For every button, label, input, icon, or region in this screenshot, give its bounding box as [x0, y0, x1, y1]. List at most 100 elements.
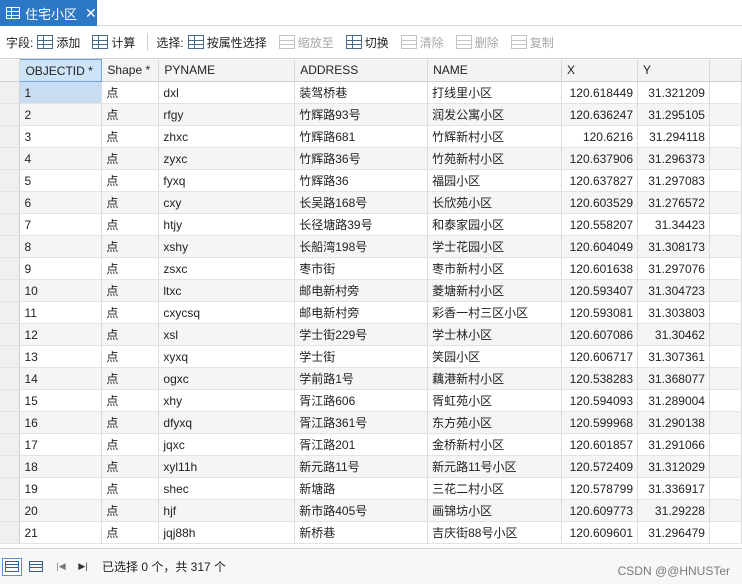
cell-y[interactable]: 31.303803 — [637, 301, 710, 324]
cell-x[interactable]: 120.601638 — [561, 257, 638, 280]
table-row[interactable]: 4 点 zyxc 竹辉路36号 竹苑新村小区 120.637906 31.296373 — [0, 147, 742, 170]
show-all-records-button[interactable] — [2, 557, 22, 576]
row-selector[interactable] — [0, 147, 21, 170]
cell-y[interactable]: 31.289004 — [637, 389, 710, 412]
select-by-attributes-button[interactable]: 按属性选择 — [187, 34, 267, 51]
row-selector[interactable] — [0, 213, 21, 236]
cell-name[interactable]: 东方苑小区 — [427, 411, 563, 434]
row-selector[interactable] — [0, 279, 21, 302]
cell-pyname[interactable]: xhy — [158, 389, 296, 412]
delete-button[interactable]: 删除 — [455, 34, 499, 51]
cell-y[interactable]: 31.296479 — [637, 521, 710, 544]
cell-y[interactable]: 31.321209 — [637, 81, 710, 104]
cell-address[interactable]: 新元路11号 — [294, 455, 429, 478]
cell-address[interactable]: 长吴路168号 — [294, 191, 429, 214]
cell-name[interactable]: 彩香一村三区小区 — [427, 301, 563, 324]
show-selected-records-button[interactable] — [26, 558, 46, 576]
cell-address[interactable]: 胥江路606 — [294, 389, 429, 412]
table-row[interactable]: 8 点 xshy 长船湾198号 学士花园小区 120.604049 31.308173 — [0, 235, 742, 258]
select-all-corner[interactable] — [0, 59, 21, 82]
table-row[interactable]: 11 点 cxycsq 邮电新村旁 彩香一村三区小区 120.593081 31.30380… — [0, 301, 742, 324]
cell-shape[interactable]: 点 — [101, 81, 160, 104]
cell-x[interactable]: 120.637906 — [561, 147, 638, 170]
cell-address[interactable]: 邮电新村旁 — [294, 279, 429, 302]
last-record-button[interactable]: ▶| — [74, 558, 92, 576]
cell-y[interactable]: 31.297083 — [637, 169, 710, 192]
cell-objectid[interactable]: 18 — [19, 455, 103, 478]
cell-objectid[interactable]: 9 — [19, 257, 103, 280]
table-row[interactable]: 15 点 xhy 胥江路606 胥虹苑小区 120.594093 31.289004 — [0, 389, 742, 412]
cell-name[interactable]: 枣市新村小区 — [427, 257, 563, 280]
cell-name[interactable]: 润发公寓小区 — [427, 103, 563, 126]
cell-pyname[interactable]: ltxc — [158, 279, 296, 302]
table-row[interactable]: 5 点 fyxq 竹辉路36 福园小区 120.637827 31.297083 — [0, 169, 742, 192]
cell-x[interactable]: 120.578799 — [561, 477, 638, 500]
cell-pyname[interactable]: dxl — [158, 81, 296, 104]
cell-pyname[interactable]: htjy — [158, 213, 296, 236]
cell-address[interactable]: 学士街229号 — [294, 323, 429, 346]
cell-name[interactable]: 打线里小区 — [427, 81, 563, 104]
cell-shape[interactable]: 点 — [101, 103, 160, 126]
cell-address[interactable]: 新塘路 — [294, 477, 429, 500]
cell-objectid[interactable]: 15 — [19, 389, 103, 412]
table-row[interactable]: 10 点 ltxc 邮电新村旁 菱塘新村小区 120.593407 31.304723 — [0, 279, 742, 302]
cell-x[interactable]: 120.603529 — [561, 191, 638, 214]
cell-pyname[interactable]: zhxc — [158, 125, 296, 148]
row-selector[interactable] — [0, 433, 21, 456]
cell-x[interactable]: 120.606717 — [561, 345, 638, 368]
cell-pyname[interactable]: xyl11h — [158, 455, 296, 478]
cell-shape[interactable]: 点 — [101, 411, 160, 434]
cell-address[interactable]: 枣市街 — [294, 257, 429, 280]
column-header-shape[interactable]: Shape * — [101, 59, 160, 82]
cell-objectid[interactable]: 2 — [19, 103, 103, 126]
cell-shape[interactable]: 点 — [101, 125, 160, 148]
cell-pyname[interactable]: xyxq — [158, 345, 296, 368]
cell-address[interactable]: 长径塘路39号 — [294, 213, 429, 236]
cell-objectid[interactable]: 16 — [19, 411, 103, 434]
cell-y[interactable]: 31.304723 — [637, 279, 710, 302]
cell-address[interactable]: 新桥巷 — [294, 521, 429, 544]
cell-pyname[interactable]: ogxc — [158, 367, 296, 390]
row-selector[interactable] — [0, 455, 21, 478]
cell-pyname[interactable]: rfgy — [158, 103, 296, 126]
cell-objectid[interactable]: 6 — [19, 191, 103, 214]
cell-shape[interactable]: 点 — [101, 257, 160, 280]
cell-pyname[interactable]: dfyxq — [158, 411, 296, 434]
row-selector[interactable] — [0, 323, 21, 346]
cell-objectid[interactable]: 13 — [19, 345, 103, 368]
cell-y[interactable]: 31.294118 — [637, 125, 710, 148]
cell-address[interactable]: 学前路1号 — [294, 367, 429, 390]
table-row[interactable]: 21 点 jqj88h 新桥巷 吉庆街88号小区 120.609601 31.296479 — [0, 521, 742, 544]
cell-objectid[interactable]: 8 — [19, 235, 103, 258]
copy-button[interactable]: 复制 — [510, 34, 554, 51]
cell-x[interactable]: 120.558207 — [561, 213, 638, 236]
cell-pyname[interactable]: shec — [158, 477, 296, 500]
cell-pyname[interactable]: jqxc — [158, 433, 296, 456]
switch-selection-button[interactable]: 切换 — [345, 34, 389, 51]
cell-address[interactable]: 胥江路361号 — [294, 411, 429, 434]
table-row[interactable]: 16 点 dfyxq 胥江路361号 东方苑小区 120.599968 31.290138 — [0, 411, 742, 434]
table-row[interactable]: 2 点 rfgy 竹辉路93号 润发公寓小区 120.636247 31.295105 — [0, 103, 742, 126]
cell-pyname[interactable]: fyxq — [158, 169, 296, 192]
table-row[interactable]: 18 点 xyl11h 新元路11号 新元路11号小区 120.572409 31.3120… — [0, 455, 742, 478]
row-selector[interactable] — [0, 521, 21, 544]
cell-name[interactable]: 学士林小区 — [427, 323, 563, 346]
cell-x[interactable]: 120.572409 — [561, 455, 638, 478]
cell-name[interactable]: 长欣苑小区 — [427, 191, 563, 214]
cell-x[interactable]: 120.538283 — [561, 367, 638, 390]
cell-objectid[interactable]: 4 — [19, 147, 103, 170]
cell-x[interactable]: 120.618449 — [561, 81, 638, 104]
cell-y[interactable]: 31.368077 — [637, 367, 710, 390]
table-row[interactable]: 13 点 xyxq 学士街 笑园小区 120.606717 31.307361 — [0, 345, 742, 368]
table-row[interactable]: 3 点 zhxc 竹辉路681 竹辉新村小区 120.6216 31.294118 — [0, 125, 742, 148]
cell-shape[interactable]: 点 — [101, 235, 160, 258]
cell-pyname[interactable]: jqj88h — [158, 521, 296, 544]
cell-name[interactable]: 福园小区 — [427, 169, 563, 192]
cell-objectid[interactable]: 17 — [19, 433, 103, 456]
cell-name[interactable]: 胥虹苑小区 — [427, 389, 563, 412]
row-selector[interactable] — [0, 499, 21, 522]
cell-pyname[interactable]: xsl — [158, 323, 296, 346]
cell-shape[interactable]: 点 — [101, 213, 160, 236]
cell-objectid[interactable]: 10 — [19, 279, 103, 302]
table-row[interactable]: 1 点 dxl 装驾桥巷 打线里小区 120.618449 31.321209 — [0, 81, 742, 104]
